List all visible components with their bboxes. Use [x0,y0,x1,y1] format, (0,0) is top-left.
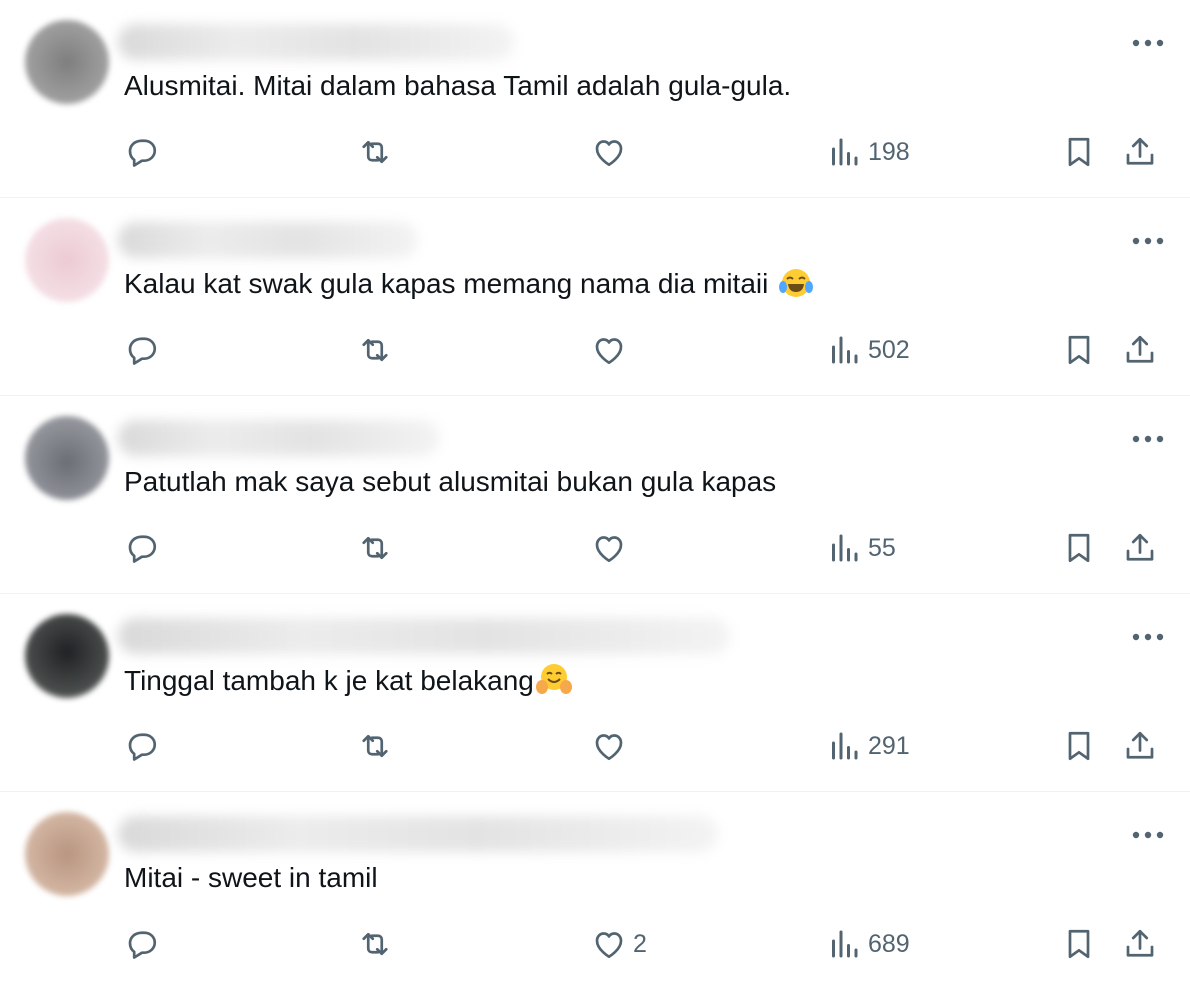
more-button[interactable] [1128,820,1168,850]
face-with-tears-of-joy-emoji [779,269,814,297]
views-button[interactable]: 502 [826,330,910,370]
share-icon [1126,335,1154,363]
more-icon [1132,435,1164,443]
reply-feed: Alusmitai. Mitai dalam bahasa Tamil adal… [0,0,1190,982]
reply-button[interactable] [124,924,160,964]
retweet-button[interactable] [357,726,393,766]
reply-text: Kalau kat swak gula kapas memang nama di… [124,266,814,302]
like-button[interactable] [591,528,633,568]
share-icon [1126,929,1154,957]
reply-tweet[interactable]: Mitai - sweet in tamil 2 689 [0,792,1190,982]
retweet-button[interactable] [357,924,393,964]
avatar[interactable] [25,416,109,500]
bookmark-icon [1068,929,1090,959]
view-count: 55 [868,533,896,562]
heart-icon [595,536,623,563]
heart-icon [595,338,623,365]
bookmark-icon [1068,533,1090,563]
reply-tweet[interactable]: Tinggal tambah k je kat belakang 291 [0,594,1190,792]
share-button[interactable] [1122,726,1158,766]
reply-button[interactable] [124,528,160,568]
view-count: 291 [868,731,910,760]
share-icon [1126,533,1154,561]
avatar[interactable] [25,812,109,896]
retweet-icon [362,734,388,758]
share-button[interactable] [1122,924,1158,964]
reply-icon [128,337,157,365]
avatar[interactable] [25,20,109,104]
more-icon [1132,237,1164,245]
bookmark-button[interactable] [1061,924,1097,964]
more-icon [1132,39,1164,47]
view-count: 198 [868,137,910,166]
more-button[interactable] [1128,226,1168,256]
redacted-username [118,222,418,258]
like-count: 2 [633,929,647,958]
reply-icon [128,139,157,167]
reply-text: Alusmitai. Mitai dalam bahasa Tamil adal… [124,70,792,101]
more-icon [1132,831,1164,839]
reply-button[interactable] [124,132,160,172]
share-icon [1126,137,1154,165]
retweet-button[interactable] [357,330,393,370]
views-button[interactable]: 689 [826,924,910,964]
share-button[interactable] [1122,330,1158,370]
retweet-icon [362,932,388,956]
bookmark-icon [1068,335,1090,365]
views-button[interactable]: 55 [826,528,896,568]
retweet-icon [362,536,388,560]
more-icon [1132,633,1164,641]
retweet-icon [362,140,388,164]
retweet-button[interactable] [357,132,393,172]
avatar[interactable] [25,218,109,302]
like-button[interactable]: 2 [591,924,647,964]
views-button[interactable]: 291 [826,726,910,766]
redacted-username [118,618,730,654]
retweet-button[interactable] [357,528,393,568]
reply-text: Patutlah mak saya sebut alusmitai bukan … [124,466,777,497]
heart-icon [595,140,623,167]
views-icon [832,534,858,562]
views-icon [832,930,858,958]
view-count: 502 [868,335,910,364]
share-button[interactable] [1122,528,1158,568]
like-button[interactable] [591,726,633,766]
reply-button[interactable] [124,330,160,370]
reply-tweet[interactable]: Patutlah mak saya sebut alusmitai bukan … [0,396,1190,594]
more-button[interactable] [1128,424,1168,454]
hugging-face-emoji [535,664,572,694]
reply-text: Tinggal tambah k je kat belakang [124,662,572,699]
views-button[interactable]: 198 [826,132,910,172]
redacted-username [118,24,514,60]
retweet-icon [362,338,388,362]
bookmark-button[interactable] [1061,726,1097,766]
avatar[interactable] [25,614,109,698]
share-button[interactable] [1122,132,1158,172]
like-button[interactable] [591,132,633,172]
bookmark-icon [1068,137,1090,167]
bookmark-button[interactable] [1061,132,1097,172]
bookmark-button[interactable] [1061,528,1097,568]
bookmark-icon [1068,731,1090,761]
redacted-username [118,816,718,852]
bookmark-button[interactable] [1061,330,1097,370]
like-button[interactable] [591,330,633,370]
redacted-username [118,420,440,456]
more-button[interactable] [1128,622,1168,652]
reply-icon [128,931,157,959]
views-icon [832,138,858,166]
views-icon [832,732,858,760]
views-icon [832,336,858,364]
reply-button[interactable] [124,726,160,766]
share-icon [1126,731,1154,759]
reply-tweet[interactable]: Kalau kat swak gula kapas memang nama di… [0,198,1190,396]
more-button[interactable] [1128,28,1168,58]
reply-tweet[interactable]: Alusmitai. Mitai dalam bahasa Tamil adal… [0,0,1190,198]
heart-icon [595,932,623,959]
heart-icon [595,734,623,761]
reply-icon [128,535,157,563]
view-count: 689 [868,929,910,958]
reply-icon [128,733,157,761]
reply-text: Mitai - sweet in tamil [124,862,378,893]
